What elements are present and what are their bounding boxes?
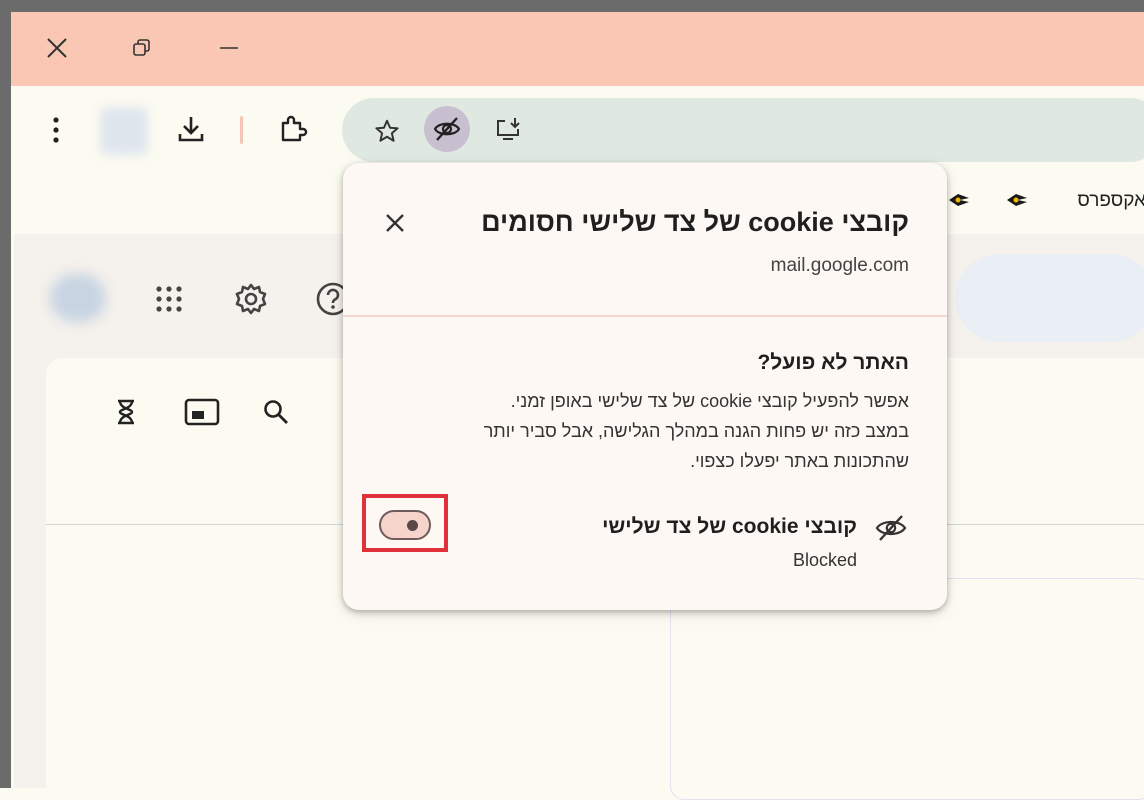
bird-favicon-icon [1007,194,1027,206]
install-app-button[interactable] [486,108,530,152]
eye-off-icon [875,515,907,541]
popup-heading: האתר לא פועל? [757,351,909,374]
popup-close-button[interactable] [377,205,413,241]
eye-off-icon [433,117,461,141]
popup-description-line: אפשר להפעיל קובצי cookie של צד שלישי באו… [510,391,909,411]
browser-menu-button[interactable] [38,110,74,150]
gear-icon [235,283,267,315]
cookie-row-icon [873,511,909,545]
extension-icon [281,115,308,142]
hourglass-icon [118,399,134,425]
popup-domain: mail.google.com [770,255,909,276]
toggle-panel-button[interactable] [180,390,224,434]
gmail-settings-button[interactable] [228,276,274,322]
third-party-cookies-toggle[interactable] [379,510,431,540]
cookie-toggle-status: Blocked [792,550,857,570]
downloads-button[interactable] [168,106,214,152]
window-close-button[interactable] [33,24,81,72]
bookmark-item-label[interactable]: אקספרס [1077,190,1144,212]
bird-favicon-icon [949,194,969,206]
install-desktop-icon [497,118,520,140]
popup-description-line: שהתכונות באתר יפעלו כצפוי. [690,451,909,471]
title-bar [11,12,1144,86]
bookmark-favicon-icon[interactable] [948,190,970,210]
extensions-button[interactable] [270,106,316,152]
search-icon [264,400,288,424]
close-icon [386,214,404,232]
bookmark-favicon-icon[interactable] [1006,190,1028,210]
apps-grid-icon [156,286,182,312]
cookie-toggle-label: קובצי cookie של צד שלישי [602,515,857,538]
download-icon [178,117,204,142]
profile-avatar[interactable] [100,107,148,155]
popup-divider [343,315,947,317]
minimize-icon [220,47,238,49]
window-top-border [0,0,1144,12]
google-apps-button[interactable] [146,276,192,322]
more-vertical-icon [53,117,59,143]
lower-content-panel [670,578,1144,800]
snooze-button[interactable] [104,390,148,434]
panel-icon [184,398,220,426]
third-party-cookies-button[interactable] [424,106,470,152]
star-icon [375,119,399,142]
popup-title: קובצי cookie של צד שלישי חסומים [481,207,909,237]
search-button[interactable] [254,390,298,434]
gmail-account-avatar[interactable] [50,274,106,322]
window-restore-button[interactable] [118,24,166,72]
window-minimize-button[interactable] [205,24,253,72]
bookmark-star-button[interactable] [366,110,408,152]
popup-description-line: במצב כזה יש פחות הגנה במהלך הגלישה, אבל … [483,421,909,441]
close-icon [47,38,67,58]
window-left-border [0,12,11,788]
restore-icon [133,39,150,56]
toggle-knob [407,520,418,531]
gmail-search-bar[interactable] [955,254,1144,342]
toolbar-separator [240,116,243,144]
